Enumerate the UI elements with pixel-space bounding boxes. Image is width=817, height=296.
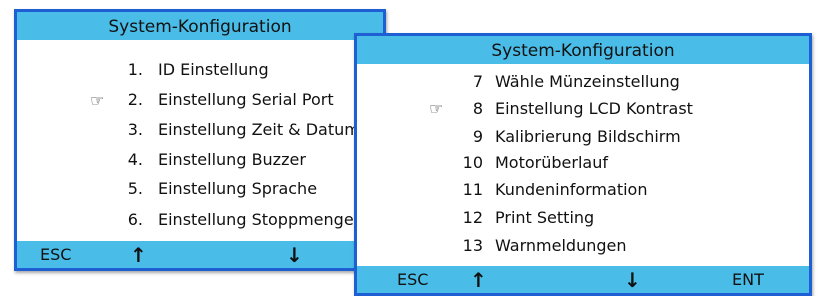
menu-item-number: 1.	[127, 60, 143, 79]
menu-item-number: 13	[462, 236, 483, 255]
menu-item-selected[interactable]: 8 Einstellung LCD Kontrast	[357, 99, 809, 123]
menu-item[interactable]: 9 Kalibrierung Bildschirm	[357, 127, 809, 151]
menu-item[interactable]: 1. ID Einstellung	[17, 60, 383, 84]
menu-item-label: Einstellung Buzzer	[158, 150, 306, 169]
menu-item-label: Kalibrierung Bildschirm	[495, 127, 681, 146]
menu-item[interactable]: 3. Einstellung Zeit & Datum	[17, 120, 383, 144]
menu-item[interactable]: 13 Warnmeldungen	[357, 236, 809, 260]
menu-item-number: 11	[462, 180, 483, 199]
softkey-bar: ESC ↑ ↓	[17, 241, 383, 268]
softkey-bar: ESC ↑ ↓ ENT	[357, 266, 809, 293]
menu-item-label: Kundeninformation	[495, 180, 648, 199]
down-arrow-icon[interactable]: ↓	[624, 266, 641, 293]
menu-item[interactable]: 5. Einstellung Sprache	[17, 179, 383, 203]
esc-button[interactable]: ESC	[397, 266, 428, 293]
menu-item-label: Einstellung Sprache	[158, 179, 318, 198]
menu-item[interactable]: 12 Print Setting	[357, 208, 809, 232]
menu-item[interactable]: 7 Wähle Münzeinstellung	[357, 72, 809, 96]
esc-button[interactable]: ESC	[40, 241, 71, 268]
menu-item-number: 12	[462, 208, 483, 227]
menu-item-number: 3.	[127, 120, 143, 139]
menu-item-number: 8	[472, 99, 483, 118]
config-screen-back: System-Konfiguration ☞ 1. ID Einstellung…	[14, 9, 386, 271]
menu-item-label: Einstellung Stoppmenge	[158, 210, 354, 229]
up-arrow-icon[interactable]: ↑	[470, 266, 487, 293]
menu-item-number: 10	[462, 153, 483, 172]
menu-item-label: Einstellung Serial Port	[158, 90, 334, 109]
config-screen-front: System-Konfiguration ☞ 7 Wähle Münzeinst…	[354, 33, 812, 296]
up-arrow-icon[interactable]: ↑	[130, 241, 147, 268]
menu-item-label: Motorüberlauf	[495, 153, 608, 172]
menu-item-number: 7	[472, 72, 483, 91]
screen-title: System-Konfiguration	[357, 36, 809, 64]
menu-item-label: Einstellung LCD Kontrast	[495, 99, 693, 118]
menu-item-label: Einstellung Zeit & Datum	[158, 120, 360, 139]
menu-item-number: 9	[472, 127, 483, 146]
menu-item[interactable]: 4. Einstellung Buzzer	[17, 150, 383, 174]
menu-item-label: Print Setting	[495, 208, 595, 227]
menu-item[interactable]: 6. Einstellung Stoppmenge	[17, 210, 383, 234]
menu-item-number: 4.	[127, 150, 143, 169]
menu-item[interactable]: 10 Motorüberlauf	[357, 153, 809, 177]
menu-item-selected[interactable]: 2. Einstellung Serial Port	[17, 90, 383, 114]
down-arrow-icon[interactable]: ↓	[286, 241, 303, 268]
menu-item-label: Wähle Münzeinstellung	[495, 72, 680, 91]
menu-item-number: 5.	[127, 179, 143, 198]
screen-title: System-Konfiguration	[17, 12, 383, 40]
menu-item-label: ID Einstellung	[158, 60, 269, 79]
menu-item-number: 2.	[127, 90, 143, 109]
enter-button[interactable]: ENT	[732, 266, 764, 293]
menu-item-number: 6.	[127, 210, 143, 229]
menu-item-label: Warnmeldungen	[495, 236, 627, 255]
menu-item[interactable]: 11 Kundeninformation	[357, 180, 809, 204]
